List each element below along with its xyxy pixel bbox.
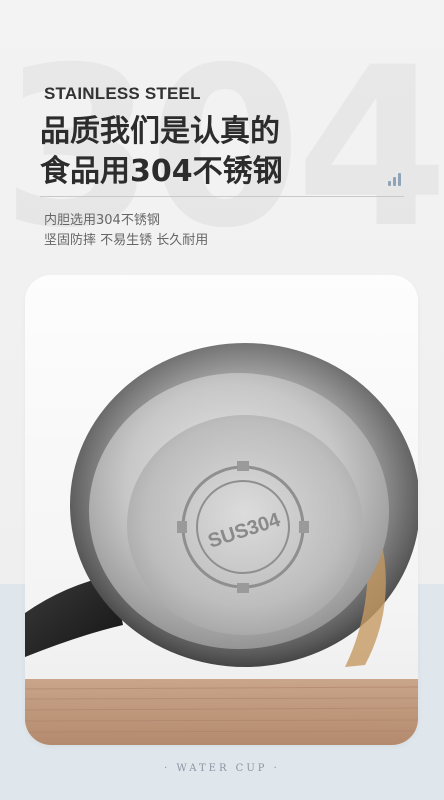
feature-line-1: 内胆选用304不锈钢 (44, 213, 160, 228)
product-photo: SUS304 (25, 275, 418, 745)
bars-icon (388, 172, 406, 186)
feature-text: 内胆选用304不锈钢 坚固防摔 不易生锈 长久耐用 (44, 211, 208, 251)
divider (40, 196, 404, 197)
headline-line-2: 食品用304不锈钢 (40, 154, 283, 189)
feature-line-2: 坚固防摔 不易生锈 长久耐用 (44, 233, 209, 248)
section-kicker: STAINLESS STEEL (44, 84, 201, 103)
headline-line-1: 品质我们是认真的 (40, 114, 280, 149)
stainless-cup-illustration: SUS304 (25, 343, 418, 745)
headline: 品质我们是认真的 食品用304不锈钢 (40, 112, 283, 192)
footer-caption: · WATER CUP · (164, 763, 280, 774)
